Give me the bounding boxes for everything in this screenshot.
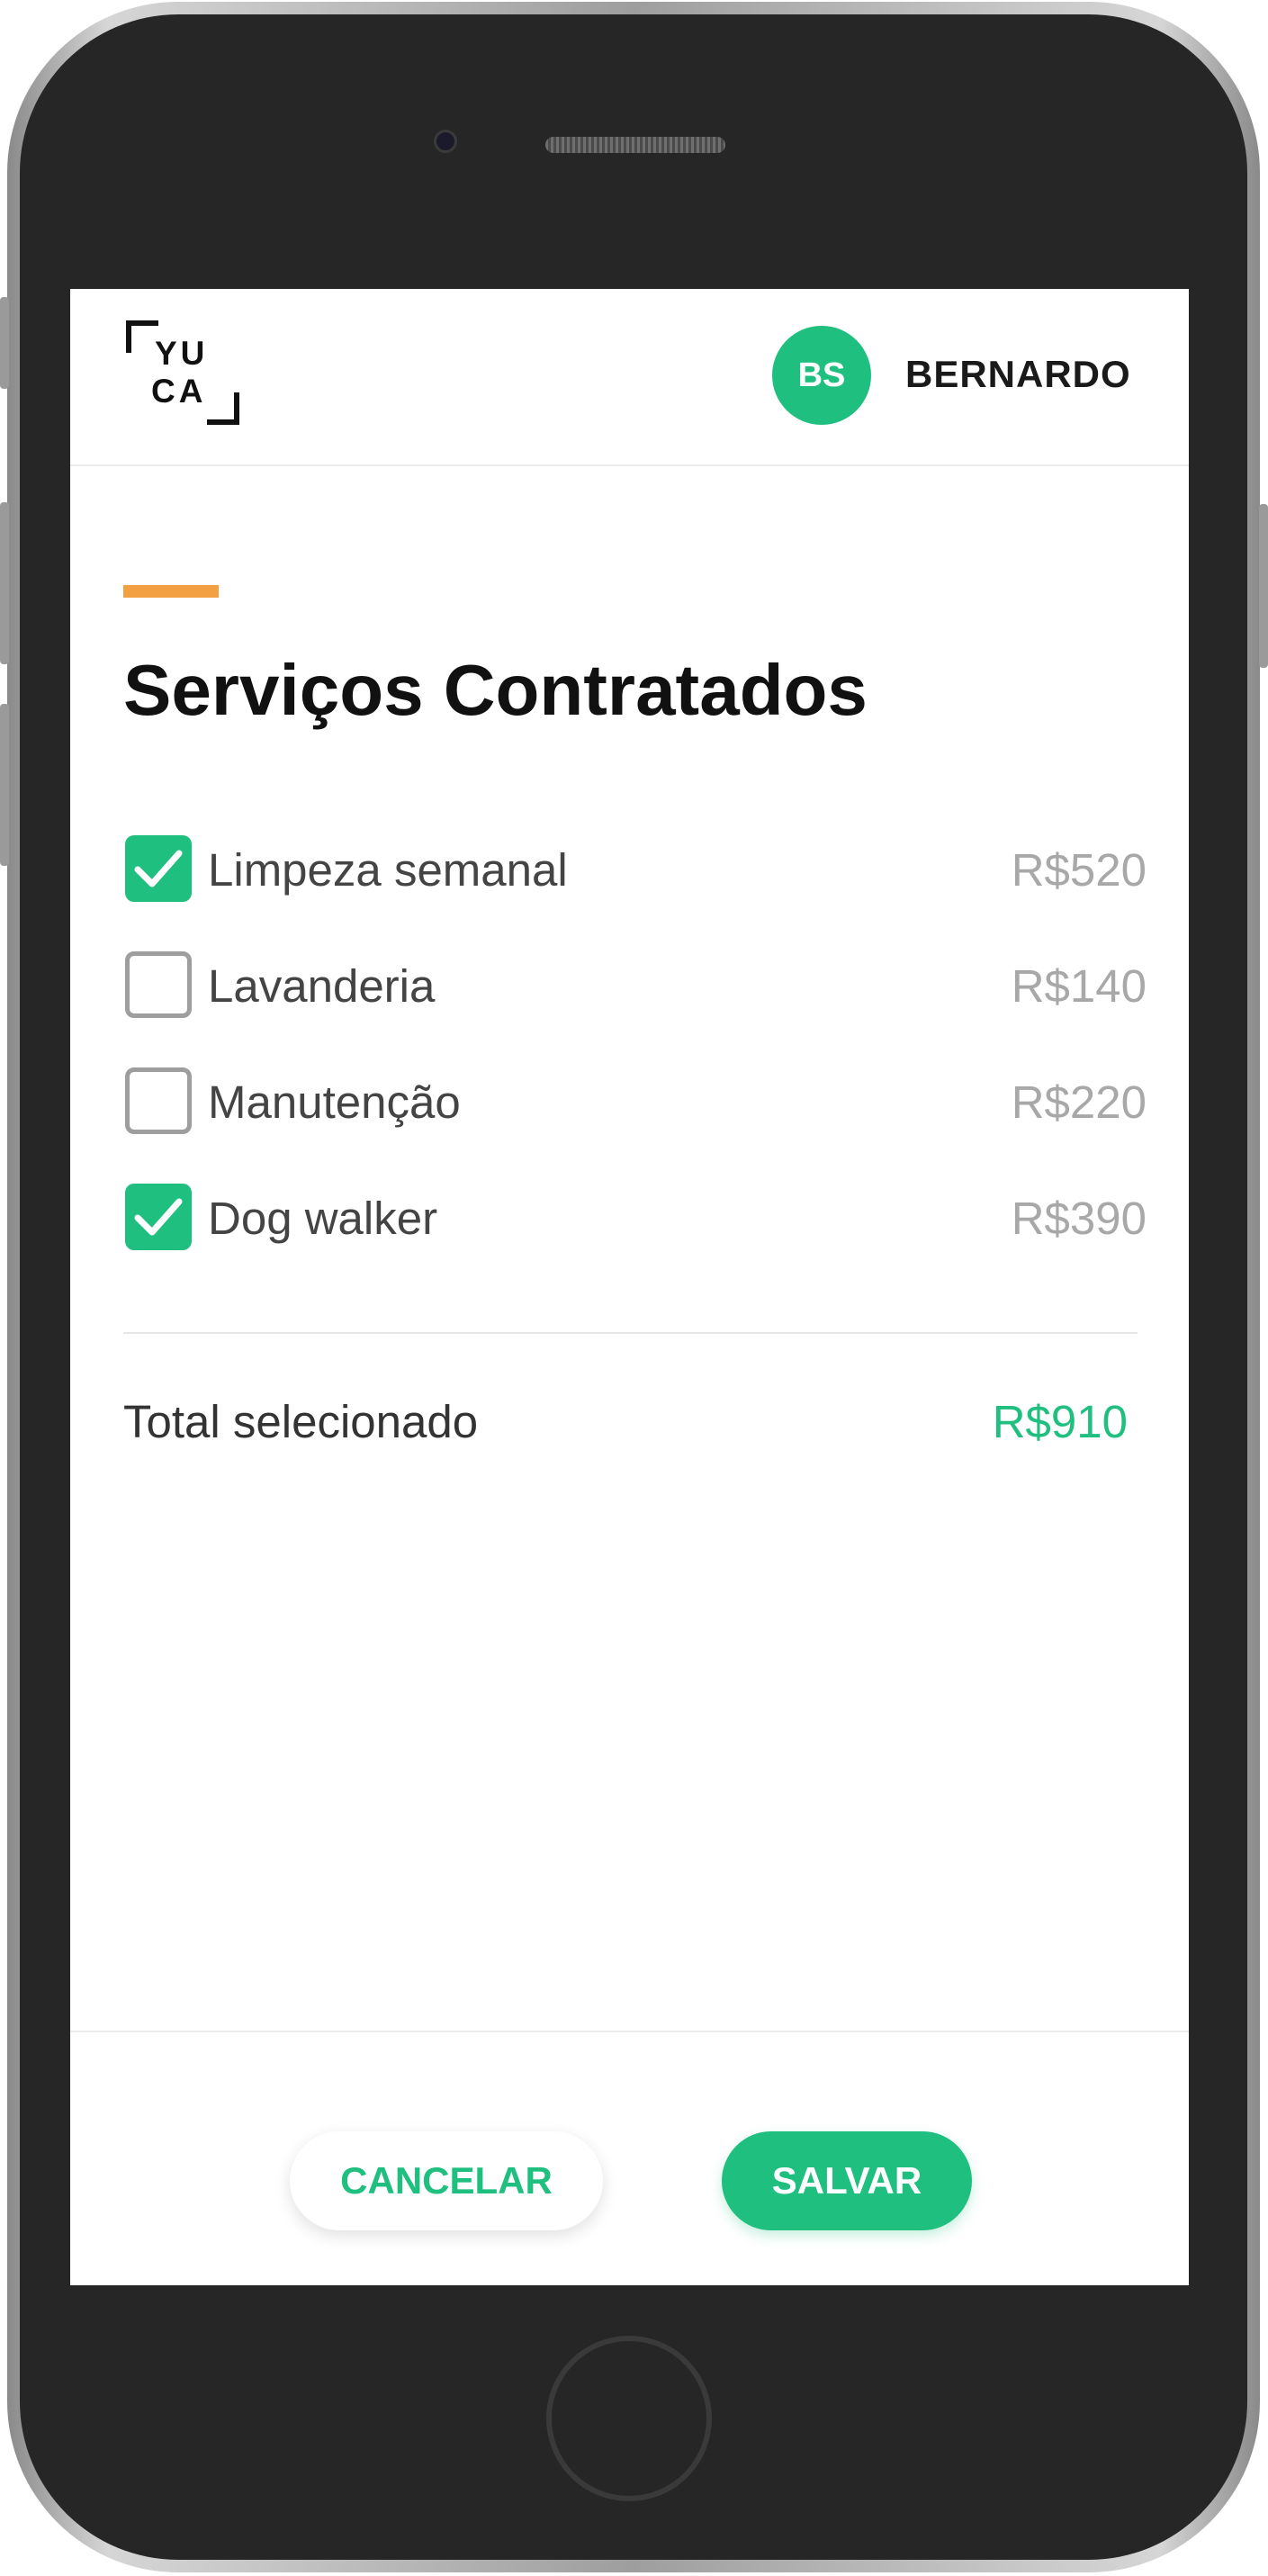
logo-corner-bottom-right	[207, 392, 239, 425]
side-button-power	[1259, 504, 1268, 668]
app-header: YU CA BS BERNARDO	[70, 289, 1189, 466]
logo-corner-top-left	[126, 320, 158, 353]
logo-text-line2: CA	[151, 373, 207, 410]
app-screen: YU CA BS BERNARDO Serviços Contratados L…	[70, 289, 1189, 2285]
service-checkbox[interactable]	[125, 951, 192, 1018]
service-label: Dog walker	[208, 1193, 438, 1244]
side-button-volume-down	[0, 704, 9, 866]
total-value: R$910	[992, 1396, 1128, 1447]
avatar[interactable]: BS	[772, 326, 871, 425]
service-item-lavanderia[interactable]: Lavanderia R$140	[123, 949, 1147, 1021]
service-checkbox[interactable]	[125, 1067, 192, 1134]
service-price: R$390	[1011, 1193, 1147, 1244]
service-label: Manutenção	[208, 1076, 461, 1128]
user-name[interactable]: BERNARDO	[905, 353, 1131, 396]
service-item-dog-walker[interactable]: Dog walker R$390	[123, 1181, 1147, 1253]
total-label: Total selecionado	[123, 1396, 479, 1447]
save-button[interactable]: SALVAR	[722, 2131, 972, 2230]
service-checkbox[interactable]	[125, 1184, 192, 1250]
cancel-button[interactable]: CANCELAR	[290, 2131, 603, 2230]
service-price: R$220	[1011, 1076, 1147, 1128]
logo-text-line1: YU	[155, 335, 209, 372]
check-icon	[134, 850, 183, 887]
yuca-logo[interactable]: YU CA	[126, 320, 239, 425]
service-item-limpeza[interactable]: Limpeza semanal R$520	[123, 833, 1147, 905]
service-price: R$520	[1011, 844, 1147, 896]
service-label: Lavanderia	[208, 960, 436, 1012]
earpiece-speaker	[545, 137, 725, 153]
home-button[interactable]	[546, 2336, 712, 2501]
service-label: Limpeza semanal	[208, 844, 568, 896]
side-button-silent	[0, 297, 9, 389]
side-button-volume-up	[0, 502, 9, 664]
service-price: R$140	[1011, 960, 1147, 1012]
service-item-manutencao[interactable]: Manutenção R$220	[123, 1065, 1147, 1137]
page-title: Serviços Contratados	[123, 650, 868, 730]
check-icon	[134, 1198, 183, 1236]
front-camera	[434, 130, 457, 153]
divider	[123, 1332, 1138, 1334]
service-checkbox[interactable]	[125, 835, 192, 902]
title-accent-bar	[123, 585, 219, 598]
action-footer: CANCELAR SALVAR	[70, 2031, 1189, 2285]
